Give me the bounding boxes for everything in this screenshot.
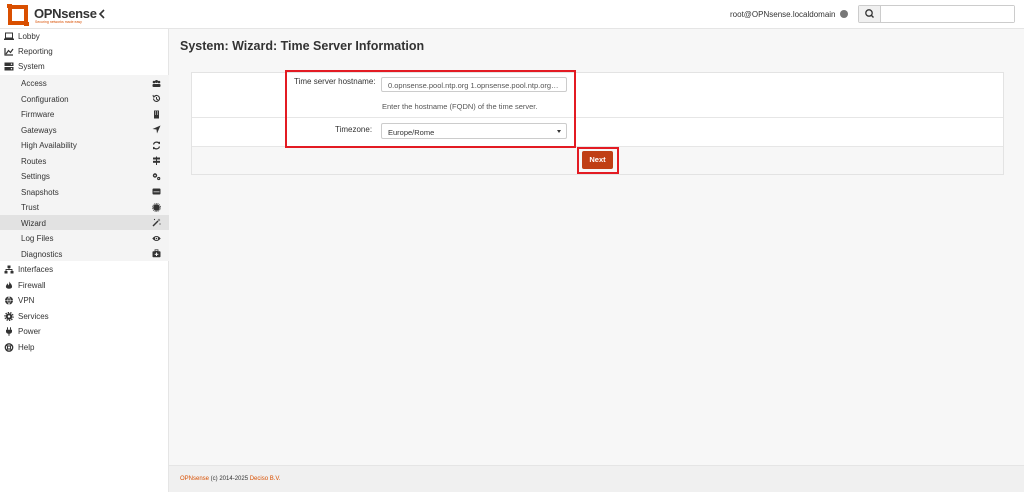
search-icon: [865, 9, 874, 18]
timezone-select[interactable]: Europe/Rome: [381, 123, 567, 139]
logo-text: OPNsense: [34, 6, 97, 21]
sidebar-item-settings[interactable]: Settings: [0, 168, 169, 184]
gear-icon: [4, 311, 14, 321]
sidebar-item-system[interactable]: System: [0, 59, 169, 74]
plug-icon: [6, 327, 12, 336]
sidebar-item-help[interactable]: Help: [0, 340, 169, 355]
system-submenu: Access Configuration Firmware Gateways H…: [0, 75, 169, 261]
user-menu[interactable]: root@OPNsense.localdomain: [730, 10, 836, 19]
location-arrow-icon: [152, 125, 161, 134]
cogs-icon: [152, 172, 161, 180]
medkit-icon: [152, 249, 161, 258]
sidebar-item-label: Trust: [21, 203, 39, 212]
footer-company-link[interactable]: Deciso B.V.: [250, 476, 281, 482]
users-icon: [152, 79, 161, 87]
sidebar-item-label: Help: [18, 342, 35, 352]
row-divider: [192, 117, 1003, 118]
chart-icon: [4, 48, 14, 56]
page-title: System: Wizard: Time Server Information: [180, 39, 425, 53]
opnsense-logo-icon: [7, 4, 29, 26]
sidebar-item-routes[interactable]: Routes: [0, 153, 169, 169]
sidebar-item-label: Routes: [21, 156, 47, 166]
sidebar-item-trust[interactable]: Trust: [0, 199, 169, 215]
sidebar-item-label: Power: [18, 327, 41, 336]
sidebar-item-diagnostics[interactable]: Diagnostics: [0, 246, 169, 262]
sidebar-item-label: High Availability: [21, 141, 77, 150]
sidebar-item-label: Firewall: [18, 280, 46, 290]
history-icon: [152, 94, 161, 102]
logo-tagline: Securing networks made easy: [35, 20, 82, 24]
sidebar-item-lobby[interactable]: Lobby: [0, 29, 169, 44]
lifebuoy-icon: [4, 342, 14, 352]
globe-icon: [5, 296, 13, 305]
top-bar: OPNsense Securing networks made easy roo…: [0, 0, 1024, 29]
sidebar-item-label: Snapshots: [21, 187, 59, 197]
sidebar-item-log-files[interactable]: Log Files: [0, 230, 169, 246]
collapse-sidebar-button[interactable]: [96, 8, 108, 20]
status-indicator-icon[interactable]: [840, 10, 848, 18]
server-icon: [4, 62, 14, 71]
search-input[interactable]: [882, 6, 1014, 22]
sidebar-item-label: Wizard: [21, 218, 46, 228]
sidebar: Lobby Reporting System Access Configurat…: [0, 29, 169, 492]
sidebar-item-interfaces[interactable]: Interfaces: [0, 262, 169, 277]
sidebar-item-firewall[interactable]: Firewall: [0, 278, 169, 293]
fire-icon: [5, 281, 13, 289]
search-box: [858, 5, 1015, 23]
sidebar-item-snapshots[interactable]: Snapshots: [0, 184, 169, 200]
next-button[interactable]: Next: [582, 151, 613, 169]
footer-copyright-text: (c) 2014-2025: [209, 476, 250, 482]
time-server-hostname-input[interactable]: 0.opnsense.pool.ntp.org 1.opnsense.pool.…: [381, 77, 567, 92]
page-footer: [169, 465, 1024, 492]
sidebar-item-label: VPN: [18, 296, 35, 305]
sidebar-item-configuration[interactable]: Configuration: [0, 91, 169, 107]
opnsense-logo[interactable]: OPNsense Securing networks made easy: [6, 3, 97, 27]
sidebar-item-vpn[interactable]: VPN: [0, 293, 169, 308]
magic-wand-icon: [152, 218, 161, 227]
sidebar-item-label: Gateways: [21, 125, 57, 135]
sidebar-item-label: Firmware: [21, 110, 55, 119]
sitemap-icon: [4, 265, 14, 274]
sidebar-item-power[interactable]: Power: [0, 324, 169, 339]
sidebar-item-label: Access: [21, 79, 47, 88]
sidebar-item-firmware[interactable]: Firmware: [0, 106, 169, 122]
caret-down-icon: [557, 130, 561, 133]
chevron-left-icon: [98, 9, 105, 19]
building-icon: [154, 110, 159, 118]
certificate-icon: [152, 202, 161, 212]
laptop-icon: [4, 32, 14, 40]
footer-copyright: OPNsense (c) 2014-2025 Deciso B.V.: [180, 476, 281, 482]
signpost-icon: [153, 156, 160, 165]
sidebar-item-high-availability[interactable]: High Availability: [0, 137, 169, 153]
eye-icon: [152, 235, 161, 241]
sidebar-item-label: Interfaces: [18, 265, 54, 274]
sidebar-item-gateways[interactable]: Gateways: [0, 122, 169, 138]
timezone-label: Timezone:: [335, 125, 373, 134]
hostname-label: Time server hostname:: [294, 77, 376, 86]
sidebar-item-label: Settings: [21, 172, 50, 181]
sidebar-item-label: Diagnostics: [21, 249, 63, 259]
hostname-help-text: Enter the hostname (FQDN) of the time se…: [382, 102, 538, 111]
sidebar-item-label: Services: [18, 311, 49, 321]
refresh-icon: [152, 141, 161, 149]
sidebar-item-label: Lobby: [18, 32, 40, 41]
sidebar-item-label: Configuration: [21, 94, 69, 104]
sidebar-item-label: Reporting: [18, 47, 53, 56]
sidebar-item-access[interactable]: Access: [0, 75, 169, 91]
sidebar-item-label: Log Files: [21, 234, 54, 243]
sidebar-item-reporting[interactable]: Reporting: [0, 44, 169, 59]
sidebar-item-services[interactable]: Services: [0, 309, 169, 324]
timezone-selected-value: Europe/Rome: [388, 127, 435, 137]
hdd-icon: [152, 188, 161, 195]
search-button[interactable]: [859, 6, 881, 22]
footer-brand-link[interactable]: OPNsense: [180, 476, 209, 482]
sidebar-item-wizard[interactable]: Wizard: [0, 214, 169, 230]
sidebar-item-label: System: [18, 62, 45, 71]
